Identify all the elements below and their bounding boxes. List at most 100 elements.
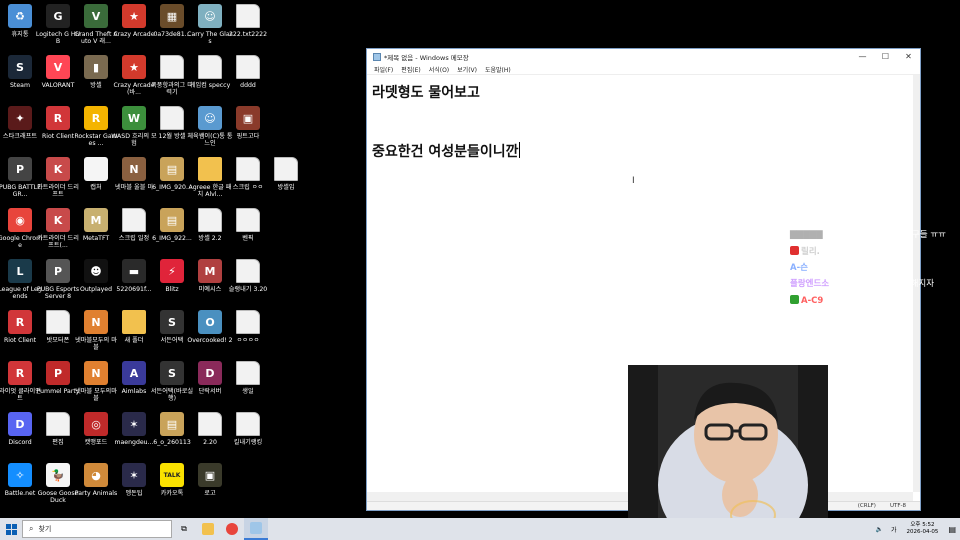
desktop-icon[interactable]: 방셀입 — [266, 157, 306, 191]
taskbar-chrome[interactable] — [220, 518, 244, 540]
desktop-icon[interactable]: ▤ 6_IMG_920... — [152, 157, 192, 191]
desktop-icon[interactable]: K 카트라이더 드리프트 — [37, 157, 79, 198]
desktop-icon[interactable]: ★ Crazy Arcade(바... — [113, 55, 155, 96]
maximize-button[interactable]: ☐ — [874, 52, 897, 61]
input-language[interactable]: 가 — [891, 525, 897, 534]
task-view-button[interactable]: ⧉ — [172, 518, 196, 540]
desktop-icon[interactable]: P Pummel Party — [37, 361, 79, 395]
close-button[interactable]: ✕ — [897, 52, 920, 61]
desktop-icon[interactable]: 새 폴더 — [114, 310, 154, 344]
desktop-icon[interactable]: S Steam — [0, 55, 40, 89]
notepad-icon — [373, 52, 381, 61]
desktop-icon[interactable]: P PUBG Esports Server 8 — [37, 259, 79, 300]
desktop-icon[interactable]: ▮ 방셀 — [76, 55, 116, 89]
desktop-icon[interactable]: TALK 카카오톡 — [152, 463, 192, 497]
minimize-button[interactable]: — — [851, 52, 874, 61]
menu-view[interactable]: 보기(V) — [457, 65, 477, 74]
desktop-icon[interactable]: M 미예시스 — [190, 259, 230, 293]
desktop-icon[interactable]: 밧모터폰 — [38, 310, 78, 344]
desktop-icon[interactable]: R 라이엇 클라이언트 — [0, 361, 41, 402]
desktop-icon[interactable]: R Riot Client — [0, 310, 40, 344]
desktop-icon[interactable]: 방셀 2.2 — [190, 208, 230, 242]
desktop-icon[interactable]: A Aimlabs — [114, 361, 154, 395]
desktop-icon[interactable]: ✧ Battle.net — [0, 463, 40, 497]
desktop-icon[interactable]: ☻ Outplayed — [76, 259, 116, 293]
desktop-icon[interactable]: ▦ 0a73de81... — [152, 4, 192, 38]
desktop-icon[interactable]: ▤ 6_o_260113 — [152, 412, 192, 446]
desktop-icon[interactable]: ⚡ Blitz — [152, 259, 192, 293]
desktop-icon[interactable]: ★ Crazy Arcade — [113, 4, 155, 38]
taskbar-search[interactable]: ⌕ 찾기 — [22, 520, 172, 538]
volume-icon[interactable]: 🔈 — [875, 526, 882, 533]
desktop-icon[interactable]: N 넷마블 울블 미 — [114, 157, 154, 191]
chat-username: 릴리. — [801, 247, 820, 257]
desktop-icon[interactable]: 스크립 일정 — [114, 208, 154, 242]
desktop-icon[interactable]: ✶ 멩돈팁 — [114, 463, 154, 497]
desktop-icon[interactable]: 편집 — [38, 412, 78, 446]
desktop-icon[interactable]: ◕ Party Animals — [75, 463, 117, 497]
desktop-icon[interactable]: 2.20 — [190, 412, 230, 446]
taskbar-notepad[interactable] — [244, 518, 268, 540]
desktop-icon[interactable]: N 넷마블모두의 마블 — [75, 310, 117, 351]
desktop-icon[interactable]: G Logitech G HUB — [36, 4, 80, 45]
desktop-icon[interactable]: ◎ 캣맹포드 — [76, 412, 116, 446]
menu-help[interactable]: 도움말(H) — [485, 65, 511, 74]
desktop-icon[interactable]: O Overcooked! 2 — [187, 310, 233, 344]
desktop-icon[interactable]: ✦ 스타크래프트 — [0, 106, 40, 140]
desktop-icon[interactable]: D 단락서버 — [190, 361, 230, 395]
desktop-icon[interactable]: ㅇㅇㅇㅇ — [228, 310, 268, 344]
desktop-icon[interactable]: V Grand Theft Auto V 래... — [74, 4, 118, 45]
desktop-icon[interactable]: ▬ 5220691f... — [114, 259, 154, 293]
app-icon: ✦ — [8, 106, 32, 130]
desktop-icon[interactable]: 스크립 ㅇㅇ — [228, 157, 268, 191]
desktop-icon[interactable]: 생일 — [228, 361, 268, 395]
app-icon: ☻ — [84, 259, 108, 283]
desktop-icon[interactable]: R Rockstar Games ... — [74, 106, 118, 147]
desktop-icon[interactable]: L League of Legends — [0, 259, 42, 300]
desktop-icon[interactable]: R Riot Client — [38, 106, 78, 140]
desktop-icon[interactable]: 벤픽 — [228, 208, 268, 242]
menu-edit[interactable]: 편집(E) — [401, 65, 421, 74]
app-icon: R — [46, 106, 70, 130]
desktop-icon[interactable]: V VALORANT — [38, 55, 78, 89]
menu-file[interactable]: 파일(F) — [374, 65, 393, 74]
desktop-icon[interactable]: 게임컴 speccy — [190, 55, 230, 89]
desktop-icon[interactable]: S 서든어택 — [152, 310, 192, 344]
desktop-icon[interactable]: D Discord — [0, 412, 40, 446]
desktop-icon[interactable]: ☺ 체육쌤이(C)통 통느인 — [187, 106, 233, 147]
app-icon: K — [46, 208, 70, 232]
document-icon — [274, 157, 298, 181]
desktop-icon[interactable]: M MetaTFT — [76, 208, 116, 242]
desktop-icon[interactable]: K 카트라이더 드리프트(... — [37, 208, 79, 249]
desktop-icon[interactable]: ▣ 핑트고다 — [228, 106, 268, 140]
desktop-icon[interactable]: 🦆 Goose Goose Duck — [38, 463, 78, 504]
menu-format[interactable]: 서식(O) — [429, 65, 449, 74]
notepad-titlebar[interactable]: *제목 없음 - Windows 메모장 — ☐ ✕ — [367, 49, 920, 64]
desktop-icon[interactable]: P PUBG BATTLEGR... — [0, 157, 41, 198]
desktop-icon[interactable]: 폭풍항과의그 마력기 — [151, 55, 193, 96]
desktop-icon[interactable]: ☺ Carry The Glass — [187, 4, 233, 45]
desktop-icon[interactable]: 222.txt2222 — [228, 4, 268, 38]
windows-logo-icon — [5, 523, 17, 535]
desktop-icon[interactable]: dddd — [228, 55, 268, 89]
desktop-icon[interactable]: S 서든어택(바로실행) — [151, 361, 193, 402]
desktop-icon[interactable]: Agreee 한글 패치 Alvl... — [189, 157, 232, 198]
start-button[interactable] — [0, 518, 22, 540]
desktop-icon[interactable]: ♻ 휴지통 — [0, 4, 40, 38]
app-icon: R — [8, 310, 32, 334]
desktop-icon[interactable]: N 넷마블 모두의마블 — [75, 361, 117, 402]
desktop-icon[interactable]: ◉ Google Chrome — [0, 208, 42, 249]
desktop-icon[interactable]: 12월 방셀 — [152, 106, 192, 140]
desktop-icon[interactable]: 슬랭내기 3.20 — [228, 259, 268, 293]
desktop-icon[interactable]: W WASD 흐리의 모험 — [111, 106, 157, 147]
desktop-icon[interactable]: ▣ 로고 — [190, 463, 230, 497]
desktop-icon[interactable]: 캡처 — [76, 157, 116, 191]
desktop-icon[interactable]: ✶ maengdeu... — [114, 412, 154, 446]
notification-icon[interactable]: ▤ — [948, 525, 956, 534]
app-icon: R — [84, 106, 108, 130]
taskbar-file-explorer[interactable] — [196, 518, 220, 540]
app-icon: ♻ — [8, 4, 32, 28]
desktop-icon[interactable]: 킬내기랭킹 — [228, 412, 268, 446]
desktop-icon[interactable]: ▤ 6_IMG_922... — [152, 208, 192, 242]
clock[interactable]: 오후 5:52 2026-04-05 — [906, 522, 938, 536]
